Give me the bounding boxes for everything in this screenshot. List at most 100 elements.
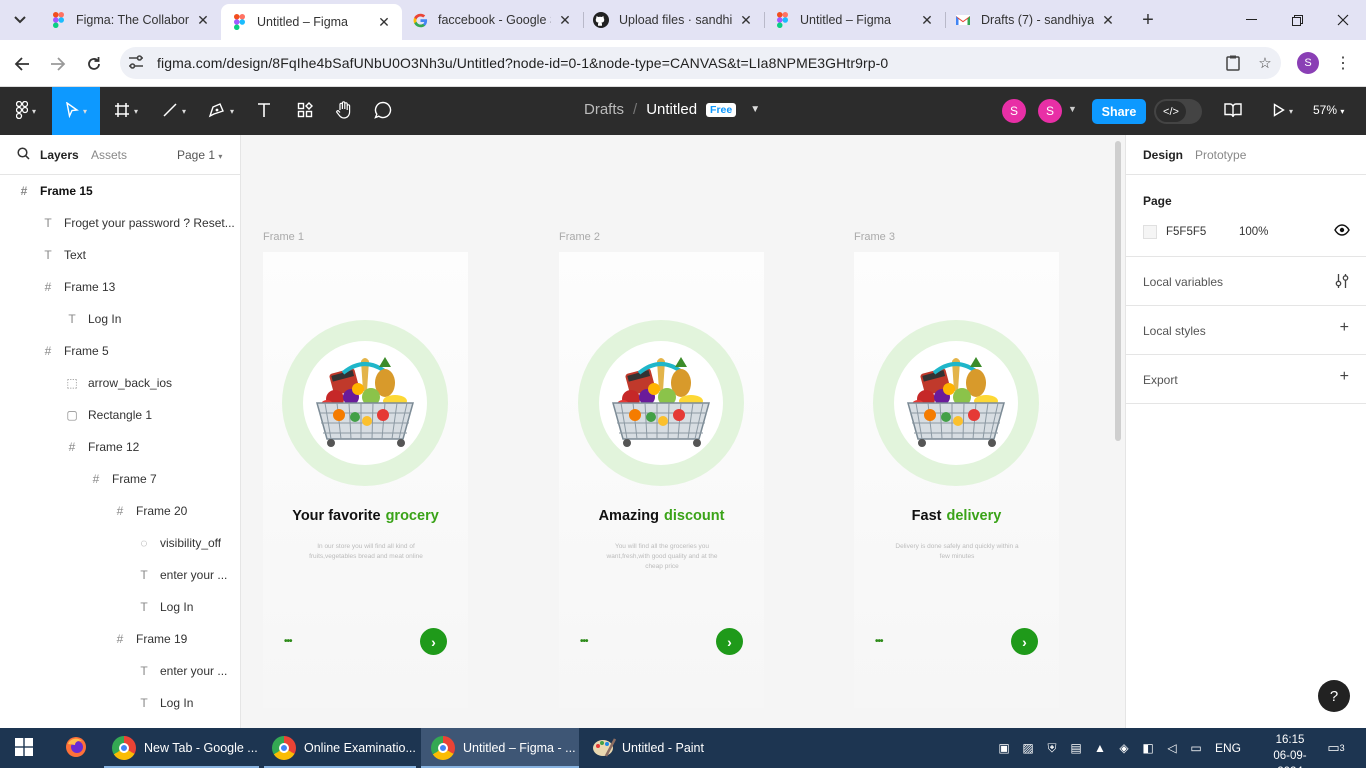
search-icon[interactable] (17, 147, 30, 163)
close-icon[interactable]: ✕ (1100, 12, 1116, 28)
export-section[interactable]: Export + (1126, 355, 1366, 404)
app-tray-icon[interactable]: ▤ (1064, 741, 1088, 755)
address-bar[interactable]: figma.com/design/8FqIhe4bSafUNbU0O3Nh3u/… (120, 47, 1281, 79)
clipboard-icon[interactable] (1217, 55, 1249, 71)
page-selector[interactable]: Page 1 ▾ (177, 148, 222, 162)
layer-row[interactable]: Tenter your ... (0, 559, 240, 591)
layer-row[interactable]: # Frame 5 (0, 335, 240, 367)
taskbar-item-active[interactable]: Untitled – Figma - ... (421, 728, 579, 768)
reload-button[interactable] (80, 50, 108, 78)
layer-row[interactable]: # Frame 13 (0, 271, 240, 303)
taskbar-firefox[interactable] (56, 728, 96, 768)
tab-layers[interactable]: Layers (40, 148, 79, 162)
layer-row[interactable]: ▢ Rectangle 1 (0, 399, 240, 431)
plus-icon[interactable]: + (1340, 319, 1349, 337)
chevron-down-icon[interactable]: ▼ (750, 104, 760, 115)
browser-tab[interactable]: Untitled – Figma ✕ (764, 4, 945, 36)
sliders-icon[interactable] (1335, 273, 1349, 294)
layer-row[interactable]: T Text (0, 239, 240, 271)
hand-tool-button[interactable] (332, 87, 356, 135)
main-menu-button[interactable]: ▾ (8, 87, 44, 135)
shape-tool-button[interactable]: ▾ (154, 87, 194, 135)
browser-tab[interactable]: Figma: The Collaborat ✕ (40, 4, 221, 36)
tab-search-menu-button[interactable] (8, 8, 32, 32)
layer-row[interactable]: # Frame 19 (0, 623, 240, 655)
taskbar-item[interactable]: Untitled - Paint (584, 728, 734, 768)
frame-label[interactable]: Frame 1 (263, 231, 304, 243)
pen-tool-button[interactable]: ▾ (200, 87, 242, 135)
start-button[interactable] (0, 728, 48, 768)
language-indicator[interactable]: ENG (1208, 741, 1248, 755)
clock[interactable]: 16:15 06-09-2024 (1262, 732, 1318, 768)
layer-row[interactable]: # Frame 20 (0, 495, 240, 527)
notification-center-button[interactable]: ▭ 3 (1322, 736, 1350, 760)
onboarding-frame[interactable]: Fast delivery Delivery is done safely and … (854, 252, 1059, 708)
avatar[interactable]: S (1038, 99, 1062, 123)
frame-label[interactable]: Frame 2 (559, 231, 600, 243)
restore-button[interactable] (1274, 0, 1320, 40)
move-tool-button[interactable]: ▾ (52, 87, 100, 135)
resources-button[interactable] (292, 87, 318, 135)
antivirus-icon[interactable]: ◈ (1112, 741, 1136, 755)
library-button[interactable] (1220, 87, 1246, 135)
layer-row[interactable]: Tenter your ... (0, 655, 240, 687)
close-icon[interactable]: ✕ (919, 12, 935, 28)
local-variables-section[interactable]: Local variables (1126, 257, 1366, 306)
layer-row[interactable]: # Frame 15 (0, 175, 240, 207)
taskbar-item[interactable]: New Tab - Google ... (104, 728, 259, 768)
forward-button[interactable] (44, 50, 72, 78)
layer-row[interactable]: ◌ visibility_off (0, 527, 240, 559)
bookmark-star-icon[interactable]: ☆ (1249, 54, 1281, 72)
layer-row[interactable]: T Log In (0, 303, 240, 335)
page-color-swatch[interactable] (1143, 225, 1157, 239)
close-icon[interactable]: ✕ (738, 12, 754, 28)
eye-icon[interactable] (1334, 224, 1350, 239)
avatar[interactable]: S (1002, 99, 1026, 123)
tab-design[interactable]: Design (1143, 148, 1183, 162)
dev-mode-toggle[interactable]: </> (1154, 99, 1202, 124)
photos-icon[interactable]: ▨ (1016, 741, 1040, 755)
close-icon[interactable]: ✕ (195, 12, 211, 28)
site-info-icon[interactable] (120, 54, 150, 72)
security-icon[interactable]: ⛨ (1040, 741, 1064, 756)
layer-row[interactable]: T Log In (0, 687, 240, 719)
frame-label[interactable]: Frame 3 (854, 231, 895, 243)
layer-row[interactable]: T Froget your password ? Reset... (0, 207, 240, 239)
text-tool-button[interactable] (252, 87, 276, 135)
page-opacity-value[interactable]: 100% (1239, 226, 1268, 238)
taskbar-item[interactable]: Online Examinatio... (264, 728, 416, 768)
tab-prototype[interactable]: Prototype (1195, 148, 1246, 162)
plus-icon[interactable]: + (1340, 368, 1349, 386)
share-button[interactable]: Share (1092, 99, 1146, 124)
camera-icon[interactable]: ◧ (1136, 741, 1160, 755)
zoom-menu[interactable]: 57% ▾ (1313, 103, 1344, 117)
page-color-value[interactable]: F5F5F5 (1166, 226, 1206, 238)
comment-tool-button[interactable] (371, 87, 395, 135)
file-name[interactable]: Untitled (646, 101, 697, 118)
new-tab-button[interactable]: + (1134, 6, 1162, 34)
close-window-button[interactable] (1320, 0, 1366, 40)
help-button[interactable]: ? (1318, 680, 1350, 712)
close-icon[interactable]: ✕ (557, 12, 573, 28)
browser-tab[interactable]: faccebook - Google S ✕ (402, 4, 583, 36)
onboarding-frame[interactable]: Your favorite grocery In our store you wil… (263, 252, 468, 708)
volume-muted-icon[interactable]: ◁ (1160, 741, 1184, 755)
breadcrumb-drafts[interactable]: Drafts (584, 101, 624, 118)
network-app-icon[interactable]: ▲ (1088, 741, 1112, 755)
layer-row[interactable]: # Frame 12 (0, 431, 240, 463)
tab-assets[interactable]: Assets (91, 148, 127, 162)
close-icon[interactable]: ✕ (376, 14, 392, 30)
browser-tab[interactable]: Upload files · sandhiy ✕ (583, 4, 764, 36)
frame-tool-button[interactable]: ▾ (106, 87, 146, 135)
minimize-button[interactable] (1228, 0, 1274, 40)
chevron-down-icon[interactable]: ▼ (1068, 104, 1077, 114)
browser-tab[interactable]: Drafts (7) - sandhiya5 ✕ (945, 4, 1126, 36)
back-button[interactable] (8, 50, 36, 78)
browser-menu-icon[interactable]: ⋮ (1333, 52, 1353, 74)
meet-now-icon[interactable]: ▣ (992, 741, 1016, 755)
canvas[interactable]: Frame 1 Your favorite grocery In our store … (241, 135, 1125, 728)
onboarding-frame[interactable]: Amazing discount You will find all the gro… (559, 252, 764, 708)
layer-row[interactable]: # Frame 7 (0, 463, 240, 495)
profile-avatar[interactable]: S (1297, 52, 1319, 74)
network-icon[interactable]: ▭ (1184, 741, 1208, 755)
